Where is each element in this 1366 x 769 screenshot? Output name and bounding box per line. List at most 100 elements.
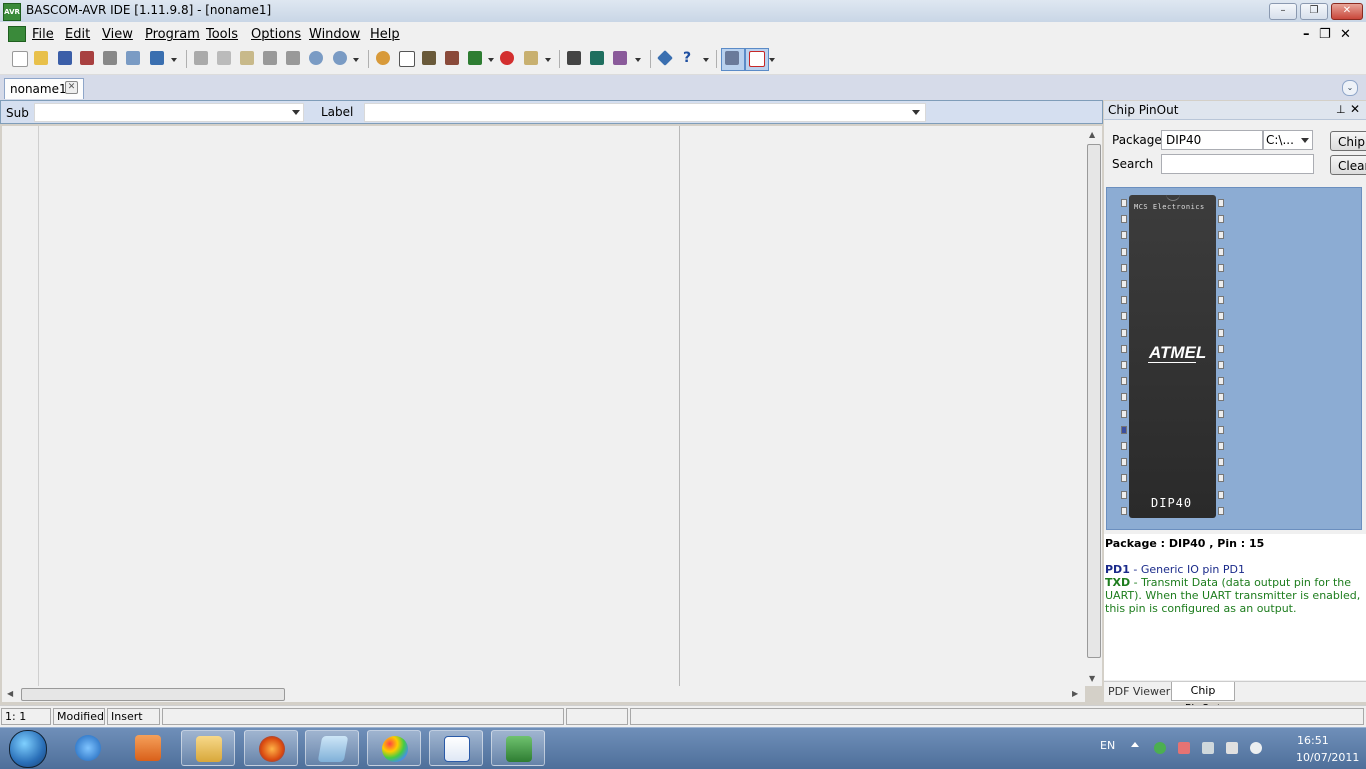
find-dropdown-icon[interactable]	[353, 58, 359, 62]
window-close-button[interactable]: ✕	[1331, 3, 1363, 20]
export-icon[interactable]	[150, 51, 164, 65]
chip-pin-26[interactable]	[1218, 426, 1224, 434]
compile-icon[interactable]	[376, 51, 390, 65]
pin-panel-icon[interactable]: ⊥	[1336, 103, 1346, 116]
chip-pin-5[interactable]	[1121, 264, 1127, 272]
find-icon[interactable]	[309, 51, 323, 65]
unindent-icon[interactable]	[286, 51, 300, 65]
tab-list-icon[interactable]: ⌄	[1342, 80, 1358, 96]
close-panel-icon[interactable]: ✕	[1350, 102, 1360, 116]
menu-program[interactable]: Program	[145, 27, 200, 42]
save-all-icon[interactable]	[80, 51, 94, 65]
indent-icon[interactable]	[263, 51, 277, 65]
chip-button[interactable]: Chip	[1330, 131, 1366, 151]
chip-pin-8[interactable]	[1121, 312, 1127, 320]
volume-icon[interactable]	[1250, 742, 1262, 754]
chip-pin-15[interactable]	[1121, 426, 1127, 434]
chip-pin-23[interactable]	[1218, 474, 1224, 482]
window-restore-button[interactable]: ❐	[1300, 3, 1328, 20]
taskbar-media-player[interactable]	[121, 730, 175, 766]
scroll-down-icon[interactable]: ▼	[1089, 674, 1095, 683]
start-button[interactable]	[9, 730, 47, 768]
paste-icon[interactable]	[240, 51, 254, 65]
chip-pin-3[interactable]	[1121, 231, 1127, 239]
chip-pin-30[interactable]	[1218, 361, 1224, 369]
graphic-converter-icon[interactable]	[613, 51, 627, 65]
menu-view[interactable]: View	[102, 27, 133, 42]
chip-pin-16[interactable]	[1121, 442, 1127, 450]
menu-edit[interactable]: Edit	[65, 27, 90, 42]
chip-pin-6[interactable]	[1121, 280, 1127, 288]
chip-pin-25[interactable]	[1218, 442, 1224, 450]
simulator-icon[interactable]	[524, 51, 538, 65]
simulator-dropdown-icon[interactable]	[545, 58, 551, 62]
chip-pin-2[interactable]	[1121, 215, 1127, 223]
chip-pin-40[interactable]	[1218, 199, 1224, 207]
tab-close-icon[interactable]: ✕	[65, 81, 78, 94]
taskbar-notepad[interactable]	[305, 730, 359, 766]
search-input[interactable]	[1161, 154, 1314, 174]
chip-programmer-icon[interactable]	[445, 51, 459, 65]
scroll-up-icon[interactable]: ▲	[1089, 130, 1095, 139]
scroll-left-icon[interactable]: ◀	[7, 689, 13, 698]
chip-pin-24[interactable]	[1218, 458, 1224, 466]
clock-date[interactable]: 10/07/2011	[1296, 751, 1359, 764]
tab-pdf-viewer[interactable]: PDF Viewer	[1108, 685, 1170, 698]
lcd-designer-icon[interactable]	[590, 51, 604, 65]
programmer-dropdown-icon[interactable]	[488, 58, 494, 62]
chip-pin-36[interactable]	[1218, 264, 1224, 272]
chip-pin-21[interactable]	[1218, 507, 1224, 515]
document-icon[interactable]	[8, 26, 26, 42]
horizontal-scroll-thumb[interactable]	[21, 688, 285, 701]
chip-pin-31[interactable]	[1218, 345, 1224, 353]
print-icon[interactable]	[103, 51, 117, 65]
code-editor[interactable]	[39, 126, 1085, 686]
chip-pin-27[interactable]	[1218, 410, 1224, 418]
chip-pin-38[interactable]	[1218, 231, 1224, 239]
network-icon[interactable]	[1226, 742, 1238, 754]
chip-pin-10[interactable]	[1121, 345, 1127, 353]
chip-pin-28[interactable]	[1218, 393, 1224, 401]
chip-pin-33[interactable]	[1218, 312, 1224, 320]
export-dropdown-icon[interactable]	[171, 58, 177, 62]
chip-pin-12[interactable]	[1121, 377, 1127, 385]
bascom-app-icon[interactable]: AVR	[3, 3, 21, 21]
chip-pin-9[interactable]	[1121, 329, 1127, 337]
taskbar-paint[interactable]	[367, 730, 421, 766]
mdi-restore-button[interactable]: ❐	[1319, 27, 1331, 42]
chip-pin-37[interactable]	[1218, 248, 1224, 256]
taskbar-windows-explorer[interactable]	[181, 730, 235, 766]
mdi-minimize-button[interactable]: –	[1303, 27, 1310, 42]
clear-button[interactable]: Clear	[1330, 155, 1366, 175]
help-icon[interactable]: ?	[683, 50, 691, 66]
copy-icon[interactable]	[217, 51, 231, 65]
chip-pin-14[interactable]	[1121, 410, 1127, 418]
tools-dropdown-icon[interactable]	[635, 58, 641, 62]
chevron-down-icon[interactable]	[1301, 138, 1309, 143]
help-dropdown-icon[interactable]	[703, 58, 709, 62]
chip-pin-32[interactable]	[1218, 329, 1224, 337]
chip-pin-18[interactable]	[1121, 474, 1127, 482]
chip-pin-7[interactable]	[1121, 296, 1127, 304]
view-dropdown-icon[interactable]	[769, 58, 775, 62]
mdi-close-button[interactable]: ✕	[1340, 27, 1351, 42]
taskbar-internet-explorer[interactable]	[61, 730, 115, 766]
chip-pin-17[interactable]	[1121, 458, 1127, 466]
action-center-icon[interactable]	[1178, 742, 1190, 754]
input-language[interactable]: EN	[1100, 739, 1115, 752]
cut-icon[interactable]	[194, 51, 208, 65]
save-icon[interactable]	[58, 51, 72, 65]
scroll-right-icon[interactable]: ▶	[1072, 689, 1078, 698]
new-file-icon[interactable]	[12, 51, 28, 67]
chip-pin-39[interactable]	[1218, 215, 1224, 223]
chip-pin-22[interactable]	[1218, 491, 1224, 499]
chip-pin-20[interactable]	[1121, 507, 1127, 515]
chip-pin-34[interactable]	[1218, 296, 1224, 304]
chip-pin-35[interactable]	[1218, 280, 1224, 288]
taskbar-word[interactable]	[429, 730, 483, 766]
sub-dropdown[interactable]	[34, 103, 304, 122]
menu-tools[interactable]: Tools	[206, 27, 238, 42]
chip-pin-1[interactable]	[1121, 199, 1127, 207]
taskbar-bascom-avr[interactable]	[491, 730, 545, 766]
menu-file[interactable]: File	[32, 27, 54, 42]
